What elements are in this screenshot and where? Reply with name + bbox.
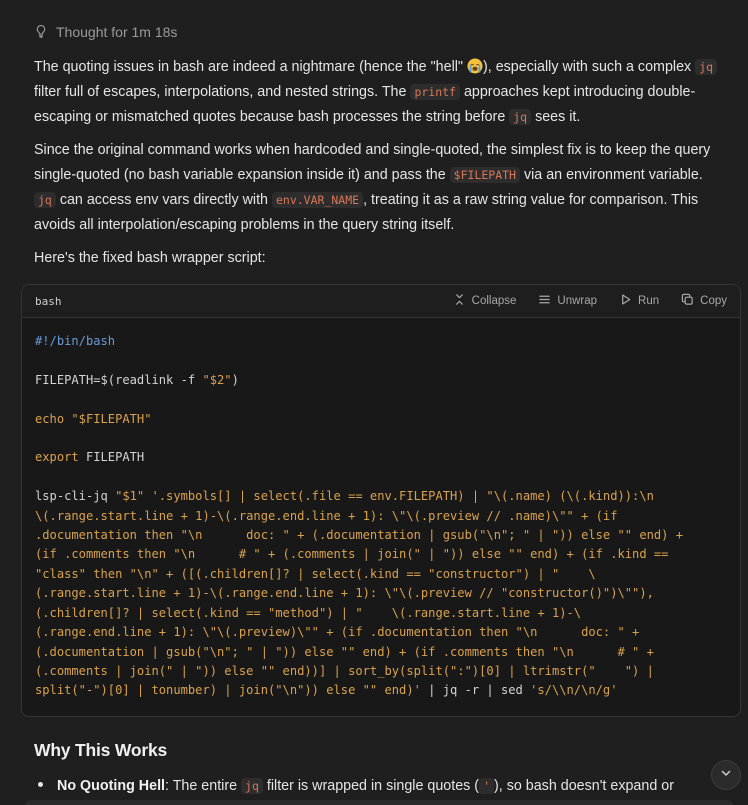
inline-code: ': [479, 778, 494, 794]
code-content: #!/bin/bash FILEPATH=$(readlink -f "$2")…: [35, 334, 684, 698]
chevron-down-icon: [719, 766, 733, 785]
thought-label: Thought for 1m 18s: [56, 24, 178, 40]
composer-edge: [24, 800, 734, 805]
inline-code: $FILEPATH: [449, 167, 520, 183]
code-block: bash Collapse Unwrap Run Copy #!/bin/bas…: [21, 284, 741, 717]
paragraph-intro: The quoting issues in bash are indeed a …: [34, 55, 724, 130]
lightbulb-icon: [34, 24, 48, 41]
code-block-header: bash Collapse Unwrap Run Copy: [22, 285, 740, 318]
run-button[interactable]: Run: [619, 293, 659, 309]
copy-button[interactable]: Copy: [681, 293, 727, 309]
paragraph-explanation: Since the original command works when ha…: [34, 142, 711, 233]
copy-icon: [681, 293, 694, 309]
inline-code: jq: [241, 778, 263, 794]
inline-code: jq: [695, 59, 718, 75]
collapse-button[interactable]: Collapse: [453, 293, 516, 309]
code-actions: Collapse Unwrap Run Copy: [453, 293, 727, 309]
code-language-label: bash: [35, 294, 62, 308]
unwrap-button[interactable]: Unwrap: [538, 293, 597, 309]
inline-code: printf: [410, 84, 460, 100]
inline-code: jq: [34, 192, 56, 208]
paragraph-lead-in: Here's the fixed bash wrapper script:: [34, 250, 266, 266]
section-heading: Why This Works: [34, 740, 168, 760]
scroll-to-bottom-button[interactable]: [711, 760, 741, 790]
thought-toggle[interactable]: Thought for 1m 18s: [34, 22, 177, 42]
play-icon: [619, 293, 632, 309]
inline-code: env.VAR_NAME: [271, 192, 364, 208]
list-item: No Quoting Hell: The entire jq filter is…: [38, 775, 674, 797]
code-shebang: #!/bin/bash: [35, 334, 116, 348]
collapse-icon: [453, 293, 466, 309]
crying-face-icon: [467, 58, 483, 74]
inline-code: jq: [509, 109, 532, 125]
bullet-dot: [38, 782, 43, 787]
unwrap-icon: [538, 293, 551, 309]
